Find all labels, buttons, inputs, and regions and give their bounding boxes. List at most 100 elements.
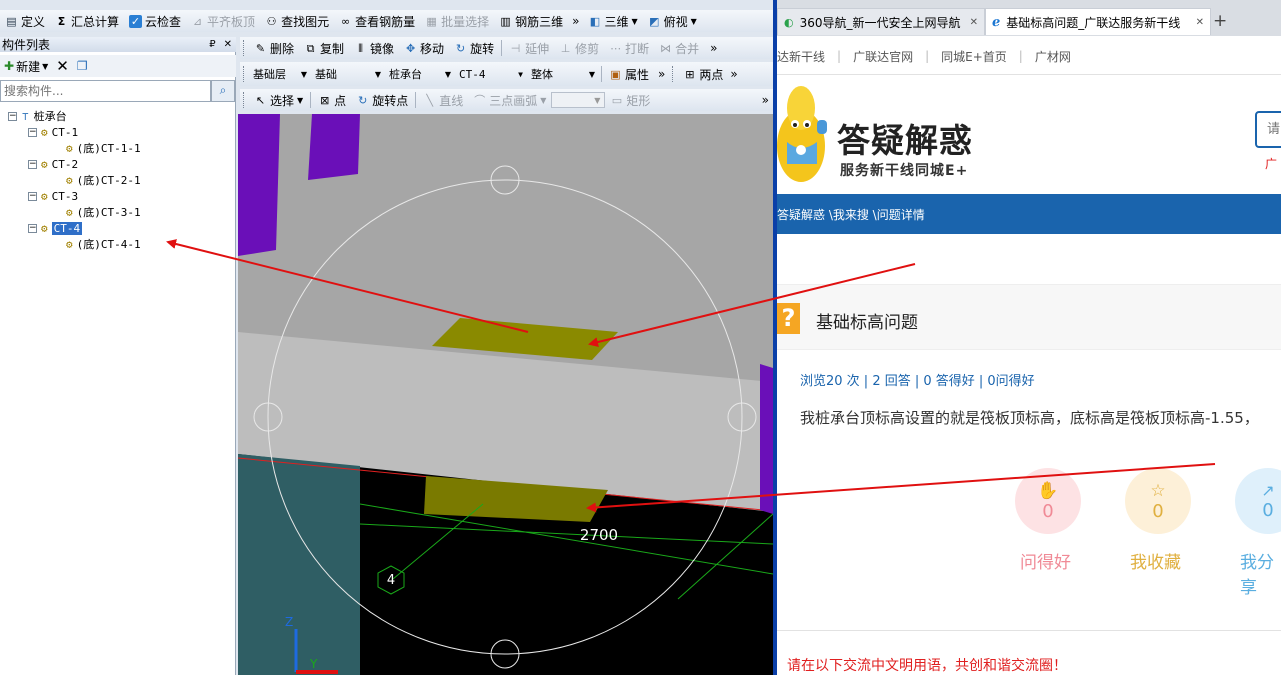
move-label: 移动 xyxy=(420,41,445,56)
extend-button[interactable]: ⊣ 延伸 xyxy=(504,38,554,58)
property-button[interactable]: ▣ 属性 xyxy=(604,64,654,84)
like-button[interactable]: ✋ 0 xyxy=(1015,468,1081,534)
share-label: 我分享 xyxy=(1240,553,1274,598)
tree-item-ct-1-1[interactable]: ⚙ (底)CT-1-1 xyxy=(62,140,141,156)
define-button[interactable]: ▤ 定义 xyxy=(0,11,50,31)
arc-button[interactable]: ⌒ 三点画弧 ▼ xyxy=(468,90,551,110)
new-tab-button[interactable]: + xyxy=(1213,11,1227,31)
floor-dropdown[interactable]: 基础层 ▼ xyxy=(249,65,311,83)
copy-icon: ⧉ xyxy=(306,41,315,55)
site-search-input[interactable] xyxy=(1255,111,1281,148)
view-rebar-button[interactable]: ∞ 查看钢筋量 xyxy=(334,11,420,31)
viewport-scene: 4 2700 Z Y xyxy=(238,114,773,675)
cloud-check-label: 云检查 xyxy=(145,14,182,29)
layer-toolbar: 基础层 ▼ 基础 ▼ 桩承台 ▼ CT-4 ▼ 整体 ▼ ▣ 属性 » ⊞ 两点 » xyxy=(240,62,773,86)
delete-component-icon[interactable]: ✕ xyxy=(56,57,69,75)
question-stats: 浏览20 次 | 2 回答 | 0 答得好 | 0问得好 xyxy=(800,374,1035,389)
toolbar-more-icon[interactable]: » xyxy=(658,67,665,81)
tree-item-ct-3[interactable]: − ⚙ CT-3 xyxy=(28,188,78,204)
close-icon[interactable]: ✕ xyxy=(970,17,978,28)
arc-label: 三点画弧 xyxy=(489,93,538,108)
breadcrumb[interactable]: 答疑解惑 \我来搜 \问题详情 xyxy=(777,206,925,223)
component-list-header: 构件列表 ₽ ✕ xyxy=(0,37,236,52)
delete-label: 删除 xyxy=(270,41,295,56)
search-icon[interactable]: ⌕ xyxy=(211,79,235,102)
toolbar-grip[interactable] xyxy=(243,92,246,108)
break-button[interactable]: ⋯ 打断 xyxy=(604,38,654,58)
toolbar-grip[interactable] xyxy=(672,66,675,82)
trim-button[interactable]: ⊥ 修剪 xyxy=(554,38,604,58)
nav-link[interactable]: 广联达官网 xyxy=(853,48,913,65)
select-button[interactable]: ↖ 选择 ▼ xyxy=(249,90,308,110)
mirror-button[interactable]: ⫴ 镜像 xyxy=(349,38,399,58)
gear-icon: ⚙ xyxy=(66,237,73,251)
collapse-icon[interactable]: − xyxy=(28,159,37,169)
view-3d-dropdown[interactable]: ◧ 三维 ▼ xyxy=(583,11,642,31)
find-element-button[interactable]: ⚇ 查找图元 xyxy=(260,11,334,31)
ie-icon: ℯ xyxy=(992,14,1001,30)
pin-icon[interactable]: ₽ xyxy=(209,39,215,50)
tree-item-ct-3-1[interactable]: ⚙ (底)CT-3-1 xyxy=(62,204,141,220)
cloud-check-icon: ✓ xyxy=(129,14,143,28)
z-axis-label: Z xyxy=(285,615,293,629)
nav-link[interactable]: 达新干线 xyxy=(777,48,825,65)
tree-item-ct-2-1[interactable]: ⚙ (底)CT-2-1 xyxy=(62,172,141,188)
line-button[interactable]: ╲ 直线 xyxy=(418,90,468,110)
rotate-button[interactable]: ↻ 旋转 xyxy=(449,38,499,58)
rebar-3d-button[interactable]: ▥ 钢筋三维 xyxy=(494,11,568,31)
component-search-input[interactable] xyxy=(0,79,211,102)
3d-viewport[interactable]: 4 2700 Z Y xyxy=(238,114,773,675)
rotate-point-button[interactable]: ↻ 旋转点 xyxy=(351,90,413,110)
collapse-icon[interactable]: − xyxy=(28,191,37,201)
tree-root[interactable]: − ⊤ 桩承台 xyxy=(8,108,67,124)
top-view-dropdown[interactable]: ◩ 俯视 ▼ xyxy=(643,11,702,31)
align-top-button[interactable]: ⊿ 平齐板顶 xyxy=(186,11,260,31)
nav-link[interactable]: 同城E+首页 xyxy=(941,48,1007,65)
tree-item-ct-2[interactable]: − ⚙ CT-2 xyxy=(28,156,78,172)
element-dropdown[interactable]: CT-4 ▼ xyxy=(455,65,527,83)
merge-label: 合并 xyxy=(675,41,700,56)
copy-component-icon[interactable]: ❐ xyxy=(77,59,88,73)
two-point-button[interactable]: ⊞ 两点 xyxy=(678,64,728,84)
collapse-icon[interactable]: − xyxy=(28,223,37,233)
toolbar-more-icon[interactable]: » xyxy=(710,41,717,55)
toolbar-grip[interactable] xyxy=(243,66,246,82)
new-component-button[interactable]: ✚ 新建 ▼ xyxy=(4,58,48,75)
column-purple-right xyxy=(760,364,773,514)
tree-item-ct-1[interactable]: − ⚙ CT-1 xyxy=(28,124,78,140)
cloud-check-button[interactable]: ✓ 云检查 xyxy=(124,11,186,31)
rotate-icon: ↻ xyxy=(455,41,466,55)
browser-tab-360[interactable]: ◐ 360导航_新一代安全上网导航 ✕ xyxy=(777,8,985,35)
toolbar-more-icon[interactable]: » xyxy=(730,67,737,81)
collapse-icon[interactable]: − xyxy=(8,111,17,121)
batch-select-button[interactable]: ▦ 批量选择 xyxy=(420,11,494,31)
close-icon[interactable]: ✕ xyxy=(224,39,232,50)
tree-item-ct-4-1[interactable]: ⚙ (底)CT-4-1 xyxy=(62,236,141,252)
favorite-button[interactable]: ☆ 0 xyxy=(1125,468,1191,534)
nav-link[interactable]: 广材网 xyxy=(1035,48,1071,65)
category-dropdown[interactable]: 基础 ▼ xyxy=(311,65,385,83)
collapse-icon[interactable]: − xyxy=(28,127,37,137)
toolbar-grip[interactable] xyxy=(243,40,246,56)
scope-dropdown[interactable]: 整体 ▼ xyxy=(527,65,599,83)
extend-label: 延伸 xyxy=(525,41,550,56)
close-icon[interactable]: ✕ xyxy=(1196,17,1204,28)
tree-item-label: CT-3 xyxy=(51,189,79,203)
move-button[interactable]: ✥ 移动 xyxy=(399,38,449,58)
delete-button[interactable]: ✎ 删除 xyxy=(249,38,299,58)
merge-button[interactable]: ⋈ 合并 xyxy=(654,38,704,58)
delete-icon: ✎ xyxy=(255,41,266,55)
arc-option-dropdown[interactable]: ▼ xyxy=(551,92,606,108)
move-icon: ✥ xyxy=(405,41,416,55)
share-button[interactable]: ↗ 0 xyxy=(1235,468,1281,534)
copy-button[interactable]: ⧉ 复制 xyxy=(299,38,349,58)
toolbar-more-icon[interactable]: » xyxy=(762,93,769,107)
rectangle-button[interactable]: ▭ 矩形 xyxy=(605,90,655,110)
tree-item-ct-4[interactable]: − ⚙ CT-4 xyxy=(28,220,83,236)
browser-tab-glodon[interactable]: ℯ 基础标高问题_广联达服务新干线 ✕ xyxy=(985,8,1211,35)
point-button[interactable]: ⊠ 点 xyxy=(313,90,351,110)
point-label: 点 xyxy=(334,93,347,108)
toolbar-more-icon[interactable]: » xyxy=(572,14,579,28)
summary-calc-button[interactable]: Σ 汇总计算 xyxy=(50,11,124,31)
type-dropdown[interactable]: 桩承台 ▼ xyxy=(385,65,455,83)
